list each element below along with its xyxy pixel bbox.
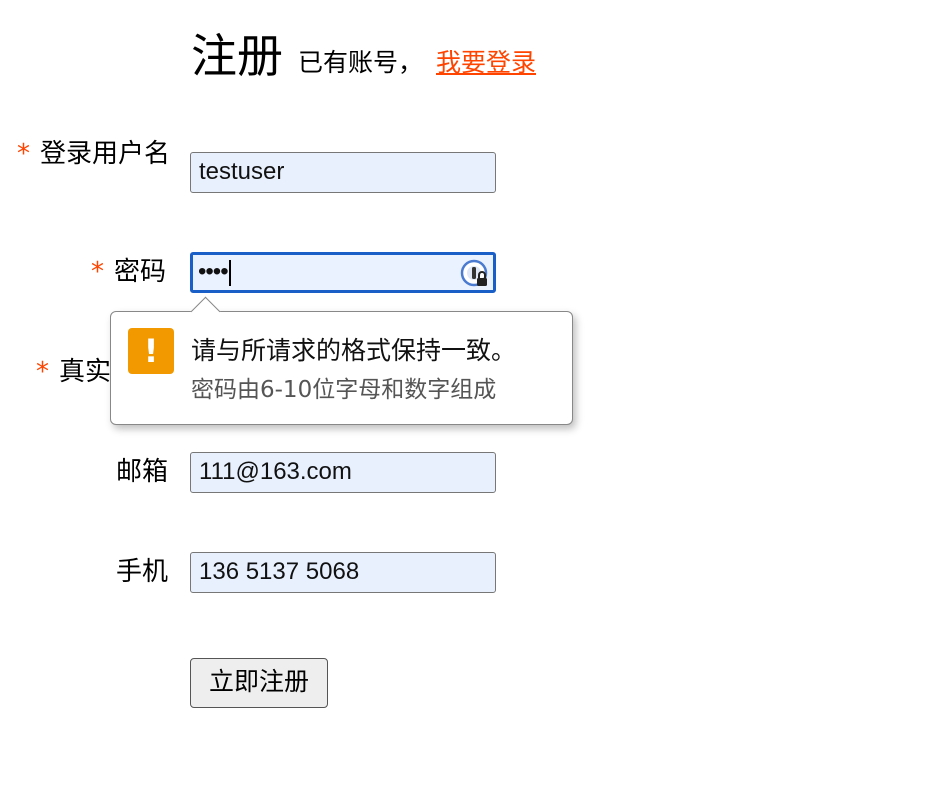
- required-star: *: [17, 139, 30, 169]
- login-link[interactable]: 我要登录: [436, 46, 536, 80]
- realname-label: 真实: [59, 357, 112, 387]
- password-manager-icon[interactable]: [460, 259, 490, 289]
- page-title: 注册: [191, 29, 283, 83]
- phone-label: 手机: [116, 557, 169, 587]
- required-star: *: [36, 357, 49, 387]
- register-button[interactable]: 立即注册: [190, 658, 328, 708]
- tooltip-arrow: [190, 296, 221, 327]
- password-label: 密码: [114, 257, 167, 287]
- password-value: ••••: [198, 258, 229, 285]
- text-caret: [228, 259, 231, 286]
- email-label: 邮箱: [116, 457, 169, 487]
- email-input[interactable]: 111@163.com: [190, 452, 496, 493]
- validation-message: 请与所请求的格式保持一致。: [191, 336, 517, 365]
- password-label-row: * 密码: [91, 255, 166, 289]
- phone-input[interactable]: 136 5137 5068: [190, 552, 496, 593]
- username-label: 登录用户名: [40, 139, 171, 169]
- username-label-row: * 登录用户名: [17, 137, 170, 171]
- username-input[interactable]: testuser: [190, 152, 496, 193]
- password-input[interactable]: ••••: [190, 252, 496, 293]
- required-star: *: [91, 257, 104, 287]
- realname-label-row: * 真实: [36, 355, 111, 389]
- warning-icon: !: [128, 328, 174, 374]
- have-account-text: 已有账号，: [298, 48, 424, 77]
- validation-tooltip: ! 请与所请求的格式保持一致。 密码由6-10位字母和数字组成: [110, 296, 573, 425]
- validation-hint: 密码由6-10位字母和数字组成: [191, 377, 497, 403]
